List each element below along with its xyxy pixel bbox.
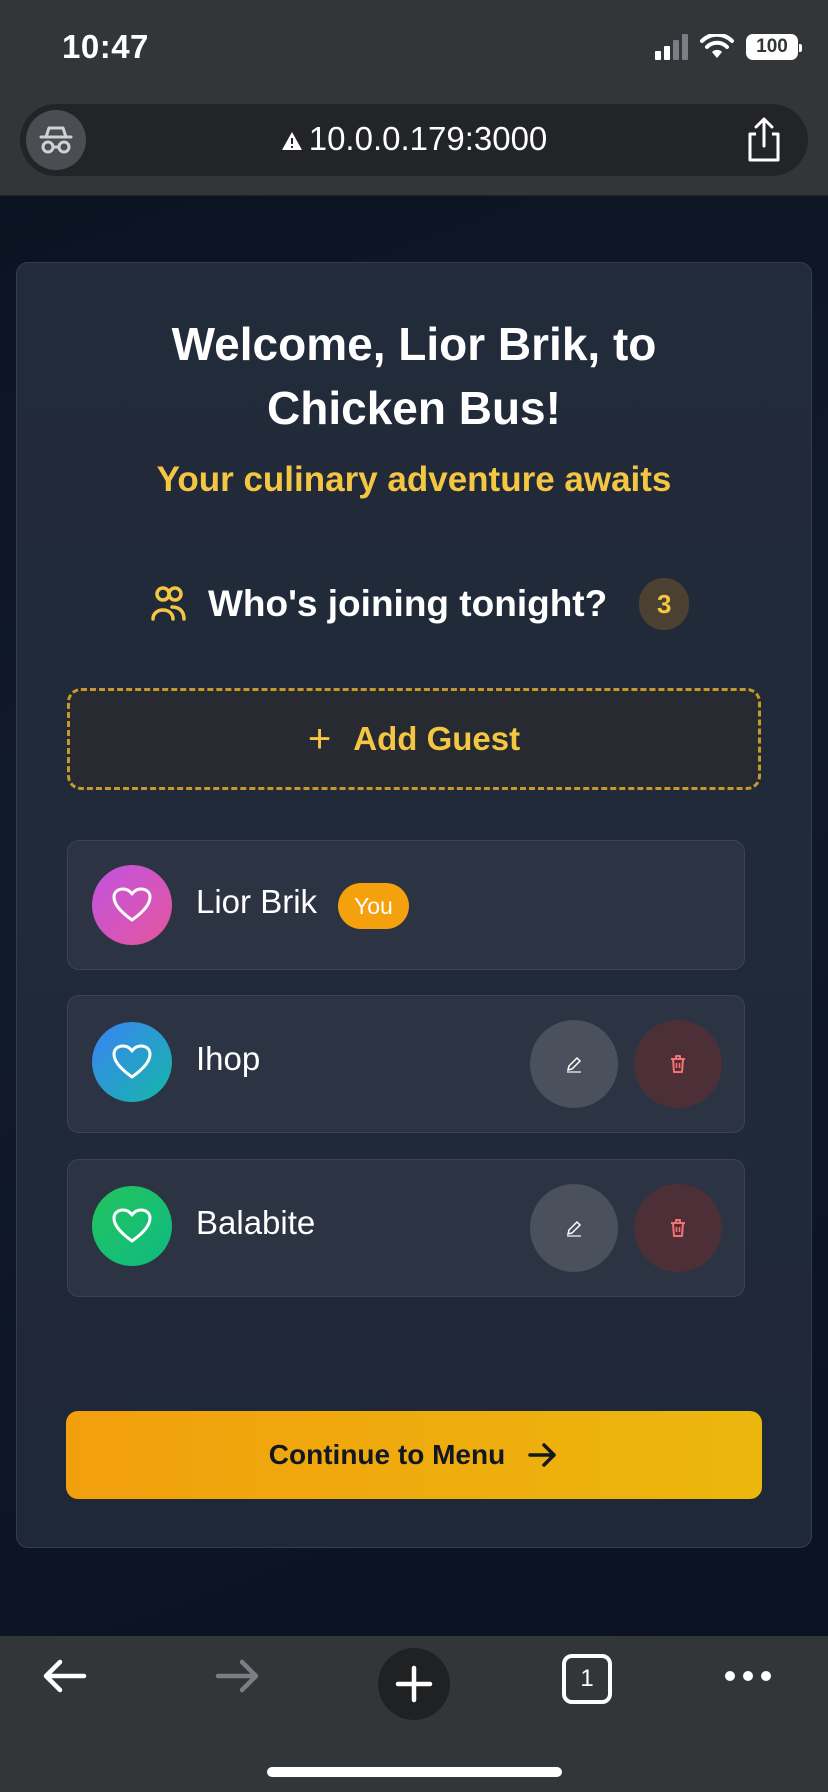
avatar (92, 1186, 172, 1266)
continue-label: Continue to Menu (268, 1439, 506, 1470)
guest-name: Ihop (196, 1040, 261, 1077)
status-bar: 10:47 100 (0, 0, 828, 100)
signal-icon (655, 34, 688, 60)
trash-icon (671, 1055, 685, 1073)
heart-icon (112, 887, 152, 922)
guests-header: Who's joining tonight? 3 (150, 574, 690, 634)
guest-row: Balabite (67, 1159, 745, 1297)
back-button[interactable] (36, 1648, 92, 1704)
new-tab-button[interactable] (378, 1648, 450, 1720)
tagline: Your culinary adventure awaits (156, 460, 672, 499)
users-icon (151, 586, 186, 621)
you-badge: You (338, 883, 409, 929)
more-icon (725, 1671, 771, 1681)
guest-count-badge: 3 (639, 578, 690, 630)
status-icons: 100 (655, 34, 802, 60)
add-guest-label: Add Guest (353, 720, 521, 757)
forward-button[interactable] (210, 1648, 266, 1704)
pencil-icon (566, 1220, 582, 1237)
url-text[interactable]: 10.0.0.179:3000 (20, 120, 808, 158)
trash-icon (671, 1219, 685, 1237)
status-time: 10:47 (62, 28, 149, 65)
add-guest-button[interactable]: + Add Guest (67, 688, 761, 790)
delete-guest-button[interactable] (634, 1020, 722, 1108)
home-indicator (267, 1767, 562, 1777)
pencil-icon (566, 1056, 582, 1073)
url-label: 10.0.0.179:3000 (308, 120, 548, 157)
plus-icon: + (307, 716, 332, 761)
heart-icon (112, 1208, 152, 1243)
guest-row: Lior Brik You (67, 840, 745, 970)
page-title: Welcome, Lior Brik, to Chicken Bus! (0, 312, 828, 440)
wifi-icon (700, 34, 734, 58)
heart-icon (112, 1044, 152, 1079)
guest-name: Balabite (196, 1204, 316, 1241)
arrow-right-icon (527, 1441, 559, 1469)
more-button[interactable] (722, 1648, 774, 1704)
welcome-line-2: Chicken Bus! (267, 382, 561, 434)
delete-guest-button[interactable] (634, 1184, 722, 1272)
arrow-left-icon (43, 1659, 87, 1693)
share-icon[interactable] (742, 116, 786, 164)
continue-to-menu-button[interactable]: Continue to Menu (66, 1411, 762, 1499)
edit-guest-button[interactable] (530, 1020, 618, 1108)
tab-count: 1 (580, 1665, 594, 1692)
edit-guest-button[interactable] (530, 1184, 618, 1272)
battery-icon: 100 (746, 34, 802, 60)
plus-icon (395, 1665, 433, 1703)
arrow-right-icon (215, 1659, 259, 1693)
address-bar[interactable]: 10.0.0.179:3000 (20, 104, 808, 176)
avatar (92, 1022, 172, 1102)
guests-title: Who's joining tonight? (208, 583, 608, 624)
guest-name: Lior Brik (196, 883, 318, 920)
welcome-line-1: Welcome, Lior Brik, to (171, 318, 657, 370)
avatar (92, 865, 172, 945)
guest-row: Ihop (67, 995, 745, 1133)
tabs-button[interactable]: 1 (562, 1654, 612, 1704)
warning-icon (281, 132, 302, 151)
